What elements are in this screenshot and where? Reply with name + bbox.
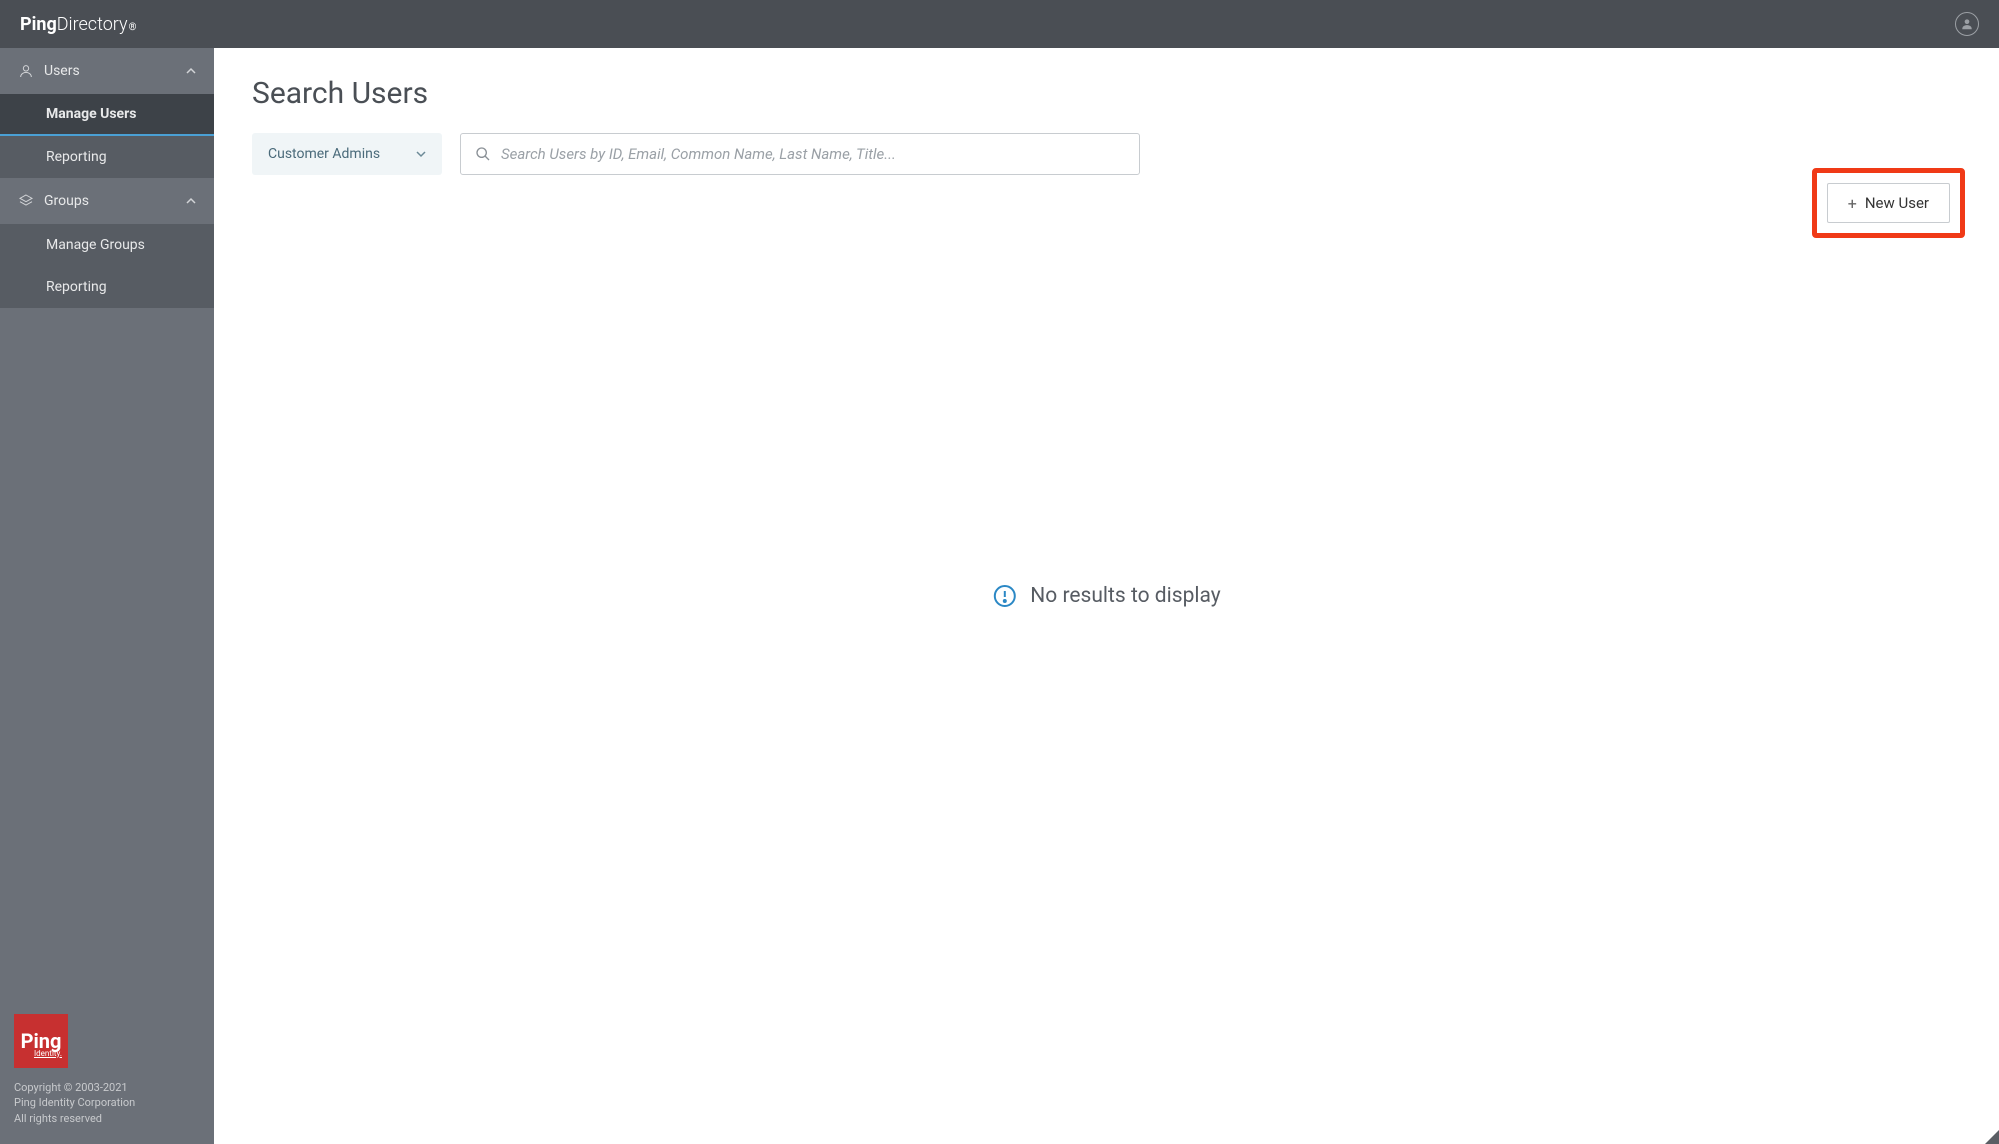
sidebar: Users Manage Users Reporting Groups [0,48,214,1144]
footer-rights: All rights reserved [14,1111,200,1126]
nav-item-label: Reporting [46,149,107,165]
nav-item-label: Manage Groups [46,237,145,253]
new-user-button[interactable]: + New User [1827,183,1950,223]
sidebar-nav: Users Manage Users Reporting Groups [0,48,214,1000]
product-logo: Ping Directory ® [20,14,136,35]
chevron-up-icon [186,66,196,76]
ping-identity-logo: Ping Identity. [14,1014,68,1068]
filter-dropdown[interactable]: Customer Admins [252,133,442,175]
chevron-down-icon [416,149,426,159]
content-wrapper: Users Manage Users Reporting Groups [0,48,1999,1144]
info-icon [992,584,1016,608]
resize-handle-icon[interactable] [1985,1130,1999,1144]
top-bar: Ping Directory ® [0,0,1999,48]
nav-item-manage-users[interactable]: Manage Users [0,94,214,136]
nav-item-label: Manage Users [46,106,136,122]
filter-dropdown-selected: Customer Admins [268,146,380,162]
page-title: Search Users [252,76,1961,111]
layers-icon [18,193,34,209]
search-box[interactable] [460,133,1140,175]
search-input[interactable] [501,145,1125,163]
nav-section-users[interactable]: Users [0,48,214,94]
ping-logo-small: Identity. [34,1048,62,1059]
user-outline-icon [18,63,34,79]
nav-item-groups-reporting[interactable]: Reporting [0,266,214,308]
product-name-light: Directory [57,14,128,35]
empty-state: No results to display [992,584,1220,608]
plus-icon: + [1848,194,1857,213]
main-content: Search Users Customer Admins + New User [214,48,1999,1144]
new-user-button-label: New User [1865,194,1929,212]
product-name-registered: ® [129,22,137,33]
nav-item-manage-groups[interactable]: Manage Groups [0,224,214,266]
nav-section-groups[interactable]: Groups [0,178,214,224]
search-icon [475,146,491,162]
product-name-bold: Ping [20,14,57,35]
user-icon [1960,17,1974,31]
nav-section-label: Users [44,63,80,79]
empty-state-text: No results to display [1030,584,1220,608]
footer-company: Ping Identity Corporation [14,1095,200,1110]
nav-item-users-reporting[interactable]: Reporting [0,136,214,178]
chevron-up-icon [186,196,196,206]
footer-copyright: Copyright © 2003-2021 [14,1080,200,1095]
highlight-annotation: + New User [1812,168,1965,238]
nav-item-label: Reporting [46,279,107,295]
nav-section-label: Groups [44,193,89,209]
sidebar-footer: Ping Identity. Copyright © 2003-2021 Pin… [0,1000,214,1144]
controls-row: Customer Admins [252,133,1961,175]
user-menu-button[interactable] [1955,12,1979,36]
